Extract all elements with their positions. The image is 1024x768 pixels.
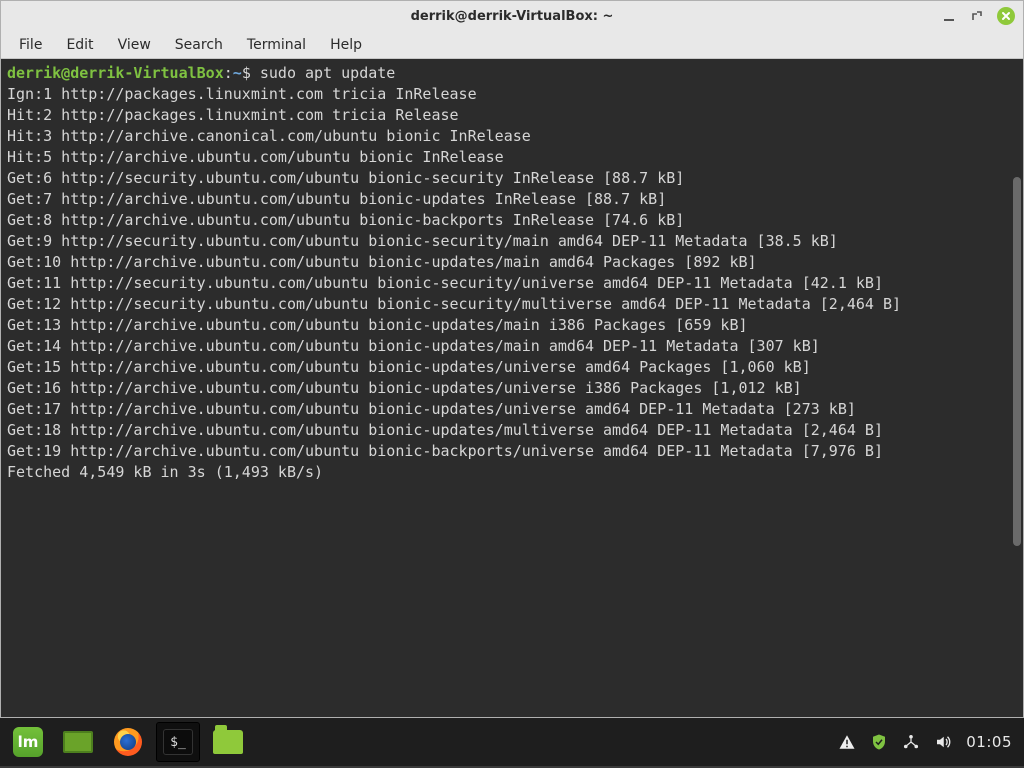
firefox-icon: [114, 728, 142, 756]
menu-view[interactable]: View: [108, 33, 161, 57]
close-button[interactable]: [997, 7, 1015, 25]
folder-icon: [213, 730, 243, 754]
terminal-scrollbar[interactable]: [1013, 59, 1021, 717]
volume-tray-icon[interactable]: [934, 733, 952, 751]
mint-logo-icon: lm: [13, 727, 43, 757]
firefox-launcher[interactable]: [106, 722, 150, 762]
menubar: File Edit View Search Terminal Help: [1, 31, 1023, 59]
terminal-output: Ign:1 http://packages.linuxmint.com tric…: [7, 85, 901, 481]
panel-clock[interactable]: 01:05: [966, 733, 1012, 751]
prompt-colon: :: [224, 64, 233, 82]
menu-help[interactable]: Help: [320, 33, 372, 57]
network-tray-icon[interactable]: [902, 733, 920, 751]
shield-tray-icon[interactable]: [870, 733, 888, 751]
system-tray: 01:05: [826, 733, 1024, 751]
show-desktop-button[interactable]: [56, 722, 100, 762]
prompt-user-host: derrik@derrik-VirtualBox: [7, 64, 224, 82]
files-launcher[interactable]: [206, 722, 250, 762]
prompt-symbol: $: [242, 64, 260, 82]
titlebar[interactable]: derrik@derrik-VirtualBox: ~: [1, 1, 1023, 31]
warning-tray-icon[interactable]: [838, 733, 856, 751]
terminal-task-button[interactable]: $_: [156, 722, 200, 762]
menu-terminal[interactable]: Terminal: [237, 33, 316, 57]
terminal-window: derrik@derrik-VirtualBox: ~ File Edit Vi…: [0, 0, 1024, 718]
start-menu-button[interactable]: lm: [6, 722, 50, 762]
taskbar-left: lm $_: [0, 722, 256, 762]
window-controls: [941, 1, 1015, 31]
desktop-icon: [63, 731, 93, 753]
scrollbar-thumb[interactable]: [1013, 177, 1021, 545]
prompt-command: sudo apt update: [260, 64, 395, 82]
menu-search[interactable]: Search: [165, 33, 233, 57]
minimize-button[interactable]: [941, 8, 957, 24]
menu-edit[interactable]: Edit: [56, 33, 103, 57]
terminal-icon: $_: [163, 729, 193, 755]
window-title: derrik@derrik-VirtualBox: ~: [411, 9, 614, 24]
prompt-path: ~: [233, 64, 242, 82]
menu-file[interactable]: File: [9, 33, 52, 57]
terminal-content[interactable]: derrik@derrik-VirtualBox:~$ sudo apt upd…: [1, 59, 1011, 717]
maximize-button[interactable]: [969, 8, 985, 24]
taskbar: lm $_ 01:05: [0, 718, 1024, 766]
terminal-viewport[interactable]: derrik@derrik-VirtualBox:~$ sudo apt upd…: [1, 59, 1023, 717]
